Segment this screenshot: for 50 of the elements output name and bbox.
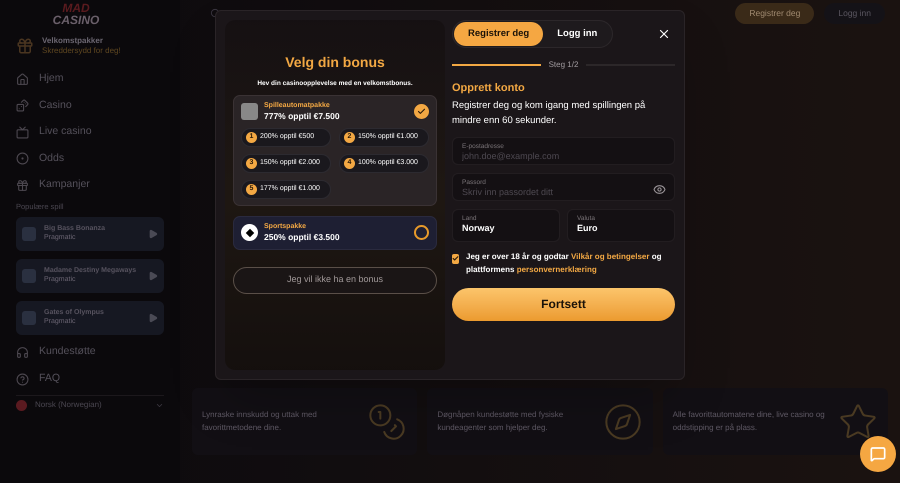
chat-button[interactable]	[860, 436, 896, 472]
feature-text: Døgnåpen kundestøtte med fysiske kundeagenter som hjelper deg.	[437, 409, 564, 434]
header-button[interactable]: Registrer deg	[735, 2, 814, 24]
coins-icon	[367, 402, 408, 442]
support-icon	[16, 346, 29, 359]
casino-icon	[16, 99, 29, 112]
consent-text: Jeg er over 18 år og godtar Vilkår og betingelser og plattformens personvernerklæring	[466, 250, 662, 276]
nav-item[interactable]: Odds	[39, 150, 64, 167]
feature-text: Alle favorittautomatene dine, live casino og oddstipping er på plass.	[672, 409, 826, 434]
game-thumbnail	[22, 310, 36, 325]
live-icon	[16, 126, 29, 139]
radio-button[interactable]	[414, 104, 429, 119]
game-thumbnail	[22, 268, 36, 283]
nav-item[interactable]: Kundestøtte	[39, 344, 96, 360]
radio-button[interactable]	[414, 225, 429, 240]
consent-checkbox[interactable]	[452, 254, 459, 264]
language-select[interactable]: Norsk (Norwegian)	[16, 394, 164, 413]
step-label: Steg 1/2	[540, 59, 586, 71]
form-description: Registrer deg og kom igang med spillingen på mindre enn 60 sekunder.	[452, 98, 646, 128]
no-bonus-button[interactable]: Jeg vil ikke ha en bonus	[233, 266, 437, 294]
compass-icon	[602, 402, 643, 442]
form-heading: Opprett konto	[452, 81, 526, 96]
gift-icon	[16, 37, 34, 55]
nav-item[interactable]: FAQ	[39, 371, 60, 388]
privacy-link[interactable]: personvernerklæring	[516, 264, 597, 274]
package-offer: 777% opptil €7.500	[264, 110, 341, 122]
package-offer: 250% opptil €3.500	[264, 232, 341, 242]
promo-icon	[16, 178, 29, 192]
odds-icon	[16, 152, 29, 166]
nav-item[interactable]: Hjem	[39, 71, 64, 88]
chat-icon	[870, 446, 886, 462]
promo-title[interactable]: Velkomstpakker	[42, 36, 121, 46]
bonus-title: Velg din bonus	[284, 53, 386, 72]
logo[interactable]: MAD CASINO	[36, 2, 116, 26]
nav-item[interactable]: Live casino	[39, 124, 92, 140]
promo-subtitle: Skreddersydd for deg!	[42, 46, 121, 56]
feature-text: Lynraske innskudd og uttak med favorittmetodene dine.	[202, 409, 318, 434]
home-icon	[16, 72, 29, 86]
tab[interactable]: Registrer deg	[454, 22, 544, 46]
check-icon	[417, 106, 426, 116]
nav-item[interactable]: Casino	[39, 98, 72, 114]
continue-button[interactable]: Fortsett	[452, 288, 675, 320]
nav-item[interactable]: Kampanjer	[39, 177, 90, 194]
close-icon[interactable]	[657, 27, 671, 41]
game-thumbnail	[22, 226, 36, 241]
terms-link[interactable]: Vilkår og betingelser	[570, 252, 650, 260]
tab[interactable]: Logg inn	[543, 22, 612, 46]
show-password-icon[interactable]	[653, 182, 666, 196]
header-button[interactable]: Logg inn	[824, 2, 885, 24]
faq-icon	[16, 372, 29, 386]
